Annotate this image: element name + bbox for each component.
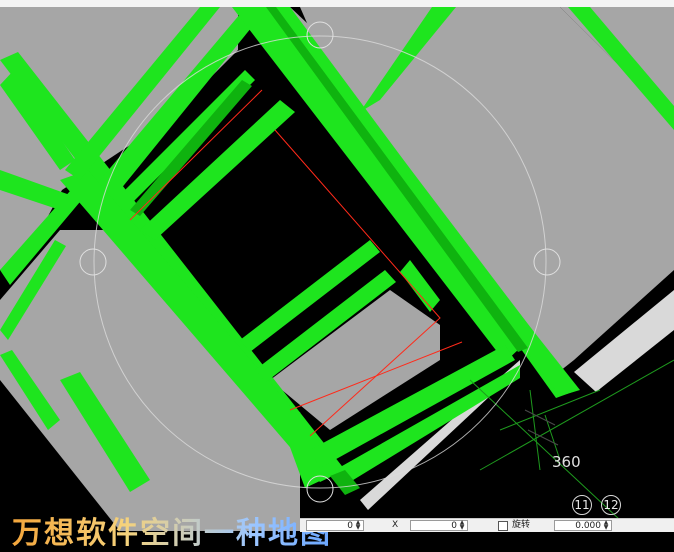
status-bar: 0 ▲ ▼ X 0 ▲ ▼ 旋转 0.000 ▲ ▼ <box>300 518 674 532</box>
axis-marker-12[interactable]: 12 <box>601 495 621 515</box>
rotate-label: 旋转 <box>512 520 531 530</box>
rotate-spinner-icon[interactable]: ▲ ▼ <box>602 520 610 531</box>
dimension-label: 360 <box>552 453 581 471</box>
x-label: X <box>392 520 399 530</box>
rotate-checkbox[interactable] <box>498 521 508 531</box>
3d-model-viewport[interactable] <box>0 0 674 531</box>
axis-marker-11[interactable]: 11 <box>572 495 592 515</box>
x-spinner-icon[interactable]: ▲ ▼ <box>354 520 362 531</box>
structure-drawing <box>0 0 674 531</box>
video-caption: 万想软件空间一种地图 <box>12 508 332 552</box>
y-spinner-icon[interactable]: ▲ ▼ <box>458 520 466 531</box>
